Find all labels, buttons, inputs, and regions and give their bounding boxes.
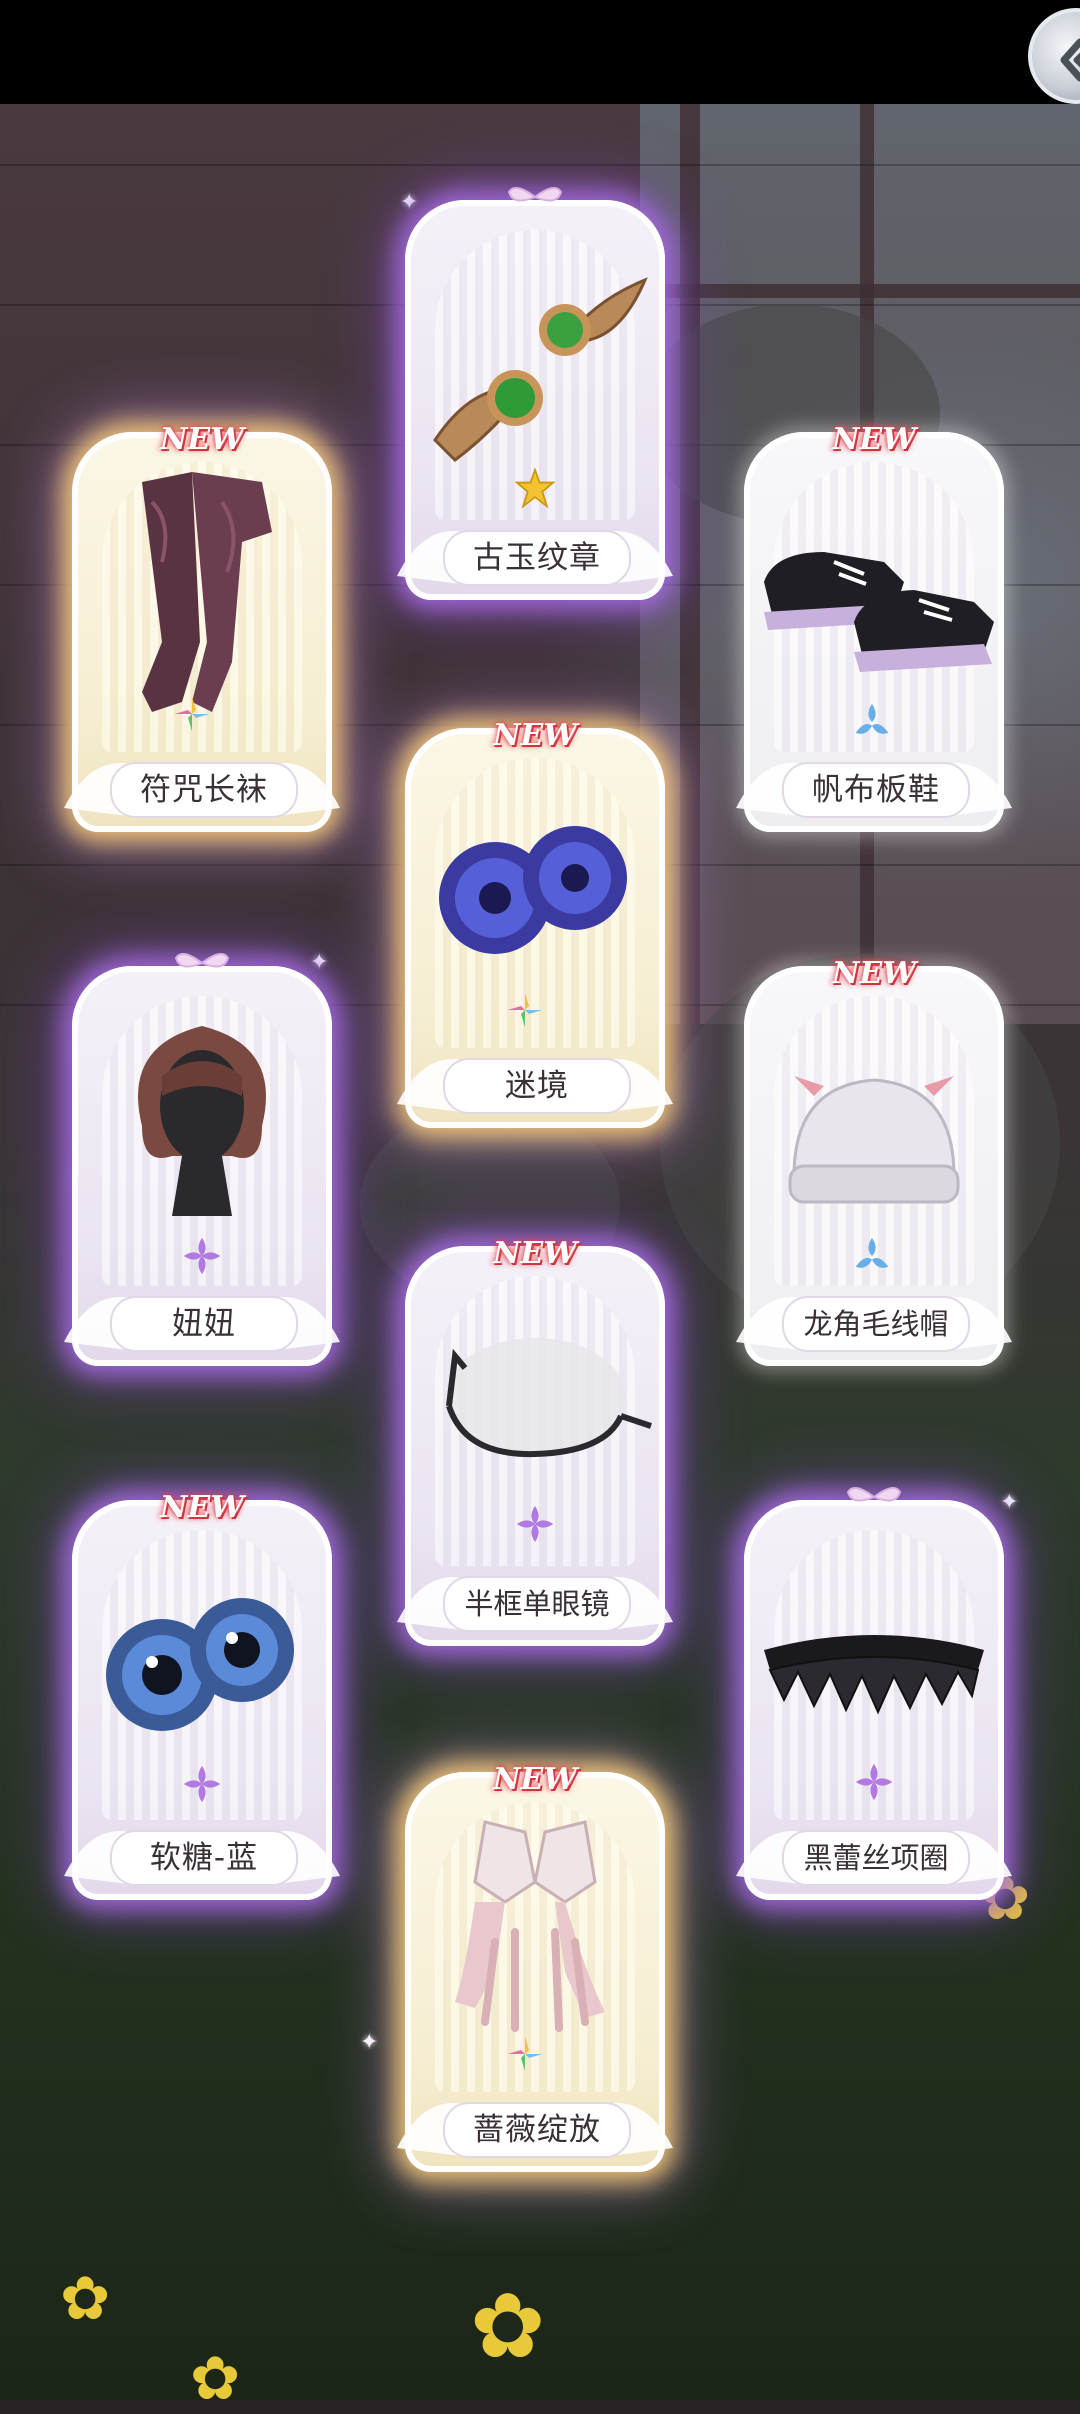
item-card-talisman-stockings[interactable]: NEW 符咒长袜 <box>64 422 340 832</box>
eyes-galaxy-icon <box>439 826 627 954</box>
item-name-label: 半框单眼镜 <box>443 1576 631 1632</box>
sparkle-icon: ✦ <box>360 2030 379 2055</box>
eyes-blue-icon <box>106 1598 294 1731</box>
back-chevron-icon <box>1060 38 1080 82</box>
rarity-purple-flower-icon <box>183 1765 221 1803</box>
new-badge: NEW <box>160 1490 244 1525</box>
sneakers-icon <box>764 552 994 672</box>
item-card-soft-candy-blue[interactable]: NEW 软糖-蓝 <box>64 1490 340 1900</box>
item-card-niuniu[interactable]: 妞妞 <box>64 953 340 1366</box>
rarity-rainbow-flower-icon <box>507 992 543 1028</box>
sparkle-icon: ✦ <box>400 190 419 215</box>
bow-ornament <box>174 953 230 968</box>
bow-ornament <box>846 1487 902 1502</box>
item-name-label: 黑蕾丝项圈 <box>782 1830 970 1886</box>
item-card-ancient-jade-emblem[interactable]: 古玉纹章 <box>397 187 673 600</box>
item-card-dragon-horn-beanie[interactable]: NEW 龙角毛线帽 <box>736 956 1012 1366</box>
sparkle-icon: ✦ <box>310 950 329 975</box>
rarity-purple-flower-icon <box>183 1237 221 1275</box>
rarity-purple-flower-icon <box>855 1763 893 1801</box>
rarity-gold-flower-icon <box>515 468 555 508</box>
top-bar <box>0 0 1080 104</box>
item-name-label: 古玉纹章 <box>443 530 631 586</box>
choker-icon <box>764 1635 984 1715</box>
flower-decoration: ✿ <box>60 2264 111 2334</box>
stockings-icon <box>142 472 272 712</box>
new-badge: NEW <box>160 422 244 457</box>
new-badge: NEW <box>493 1762 577 1797</box>
item-name-label: 蔷薇绽放 <box>443 2102 631 2158</box>
gloves-icon <box>455 1820 605 2032</box>
rarity-rainbow-flower-icon <box>507 2036 543 2072</box>
item-name-label: 龙角毛线帽 <box>782 1296 970 1352</box>
rarity-blue-flower-icon <box>855 703 889 734</box>
rarity-blue-flower-icon <box>855 1237 889 1268</box>
item-card-mystic-realm[interactable]: NEW 迷境 <box>397 718 673 1128</box>
flower-decoration: ✿ <box>190 2344 241 2414</box>
item-name-label: 符咒长袜 <box>110 762 298 818</box>
hairstyle-icon <box>138 1026 266 1216</box>
item-card-canvas-shoes[interactable]: NEW 帆布板鞋 <box>736 422 1012 832</box>
item-card-rose-bloom[interactable]: NEW 蔷薇绽放 <box>397 1762 673 2172</box>
sparkle-icon: ✦ <box>1000 1490 1019 1515</box>
item-name-label: 迷境 <box>443 1058 631 1114</box>
item-name-label: 软糖-蓝 <box>110 1830 298 1886</box>
item-name-label: 妞妞 <box>110 1296 298 1352</box>
new-badge: NEW <box>832 956 916 991</box>
new-badge: NEW <box>493 718 577 753</box>
back-button[interactable] <box>1028 8 1080 104</box>
new-badge: NEW <box>832 422 916 457</box>
monocle-icon <box>445 1338 652 1458</box>
new-badge: NEW <box>493 1236 577 1271</box>
item-card-half-frame-monocle[interactable]: NEW 半框单眼镜 <box>397 1236 673 1646</box>
flower-decoration: ✿ <box>470 2274 546 2379</box>
jade-emblem-icon <box>433 277 648 462</box>
item-card-black-lace-choker[interactable]: 黑蕾丝项圈 <box>736 1487 1012 1900</box>
bow-ornament <box>507 187 563 202</box>
item-name-label: 帆布板鞋 <box>782 762 970 818</box>
rarity-rainbow-flower-icon <box>174 696 210 732</box>
beanie-icon <box>788 1076 960 1204</box>
rarity-purple-flower-icon <box>516 1505 554 1543</box>
